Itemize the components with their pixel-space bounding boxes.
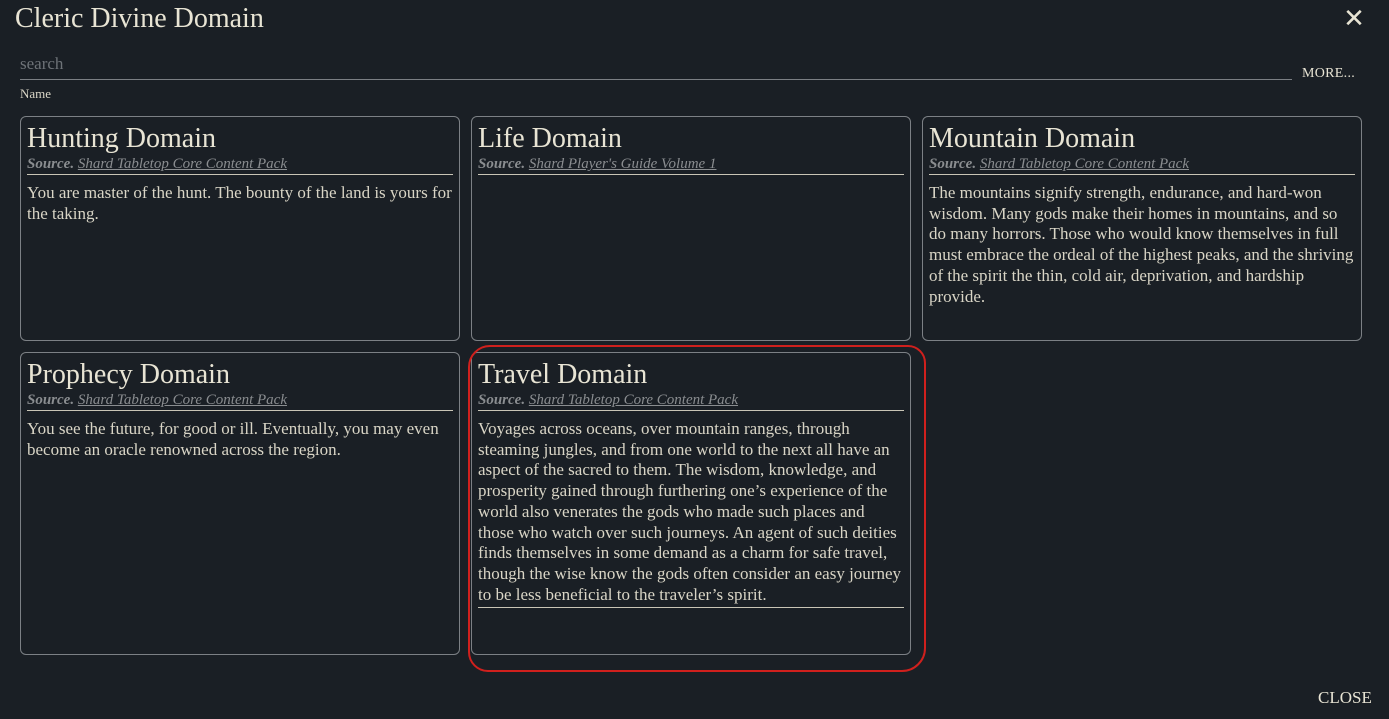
domain-card-life[interactable]: Life Domain Source. Shard Player's Guide…: [471, 116, 911, 341]
source-link[interactable]: Shard Player's Guide Volume 1: [529, 156, 717, 172]
source-link[interactable]: Shard Tabletop Core Content Pack: [529, 392, 738, 408]
card-description: Voyages across oceans, over mountain ran…: [478, 419, 902, 604]
card-title: Mountain Domain: [929, 123, 1136, 154]
source-link[interactable]: Shard Tabletop Core Content Pack: [980, 156, 1189, 172]
source-link[interactable]: Shard Tabletop Core Content Pack: [78, 156, 287, 172]
card-title: Hunting Domain: [27, 123, 216, 154]
close-button[interactable]: CLOSE: [1318, 688, 1372, 708]
domain-card-prophecy[interactable]: Prophecy Domain Source. Shard Tabletop C…: [20, 352, 460, 655]
domain-picker-modal: Cleric Divine Domain ✕ MORE... Name Hunt…: [0, 0, 1389, 719]
source-label: Source.: [27, 156, 75, 172]
card-description: The mountains signify strength, enduranc…: [929, 183, 1354, 306]
source-label: Source.: [478, 156, 526, 172]
card-title: Life Domain: [478, 123, 622, 154]
card-description: You see the future, for good or ill. Eve…: [27, 419, 439, 459]
card-source: Source. Shard Tabletop Core Content Pack: [27, 391, 453, 411]
domain-card-travel[interactable]: Travel Domain Source. Shard Tabletop Cor…: [471, 352, 911, 655]
source-label: Source.: [27, 392, 75, 408]
source-link[interactable]: Shard Tabletop Core Content Pack: [78, 392, 287, 408]
card-source: Source. Shard Tabletop Core Content Pack: [27, 155, 453, 175]
source-label: Source.: [478, 392, 526, 408]
search-input[interactable]: [20, 50, 1292, 78]
search-field: [20, 50, 1292, 80]
more-button[interactable]: MORE...: [1302, 66, 1355, 82]
card-source: Source. Shard Tabletop Core Content Pack: [929, 155, 1355, 175]
card-description: You are master of the hunt. The bounty o…: [27, 183, 452, 223]
card-title: Prophecy Domain: [27, 359, 230, 390]
card-source: Source. Shard Player's Guide Volume 1: [478, 155, 904, 175]
sort-column-label[interactable]: Name: [20, 86, 51, 102]
source-label: Source.: [929, 156, 977, 172]
modal-title: Cleric Divine Domain: [15, 3, 264, 34]
close-x-icon[interactable]: ✕: [1341, 6, 1367, 32]
domain-card-hunting[interactable]: Hunting Domain Source. Shard Tabletop Co…: [20, 116, 460, 341]
domain-card-mountain[interactable]: Mountain Domain Source. Shard Tabletop C…: [922, 116, 1362, 341]
card-source: Source. Shard Tabletop Core Content Pack: [478, 391, 904, 411]
card-title: Travel Domain: [478, 359, 648, 390]
description-divider: [478, 607, 904, 609]
